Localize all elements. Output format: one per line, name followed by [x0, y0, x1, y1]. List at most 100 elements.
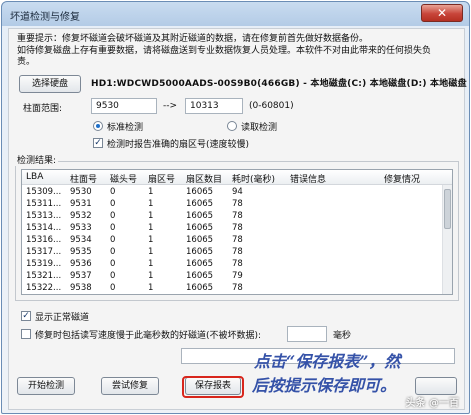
- table-cell: 16065: [186, 211, 214, 221]
- table-cell: 9535: [70, 247, 92, 257]
- table-cell: 15311...: [26, 199, 62, 209]
- table-cell: 15319...: [26, 259, 62, 269]
- table-row[interactable]: 15319... 9536 0 1 16065 78: [22, 259, 452, 271]
- window-title: 坏道检测与修复: [10, 12, 80, 23]
- table-cell: 15314...: [26, 223, 62, 233]
- table-row[interactable]: 15322... 9538 0 1 16065 78: [22, 283, 452, 294]
- table-cell: 16065: [186, 187, 214, 197]
- col-cylinder[interactable]: 柱面号: [70, 172, 97, 185]
- table-cell: 16065: [186, 271, 214, 281]
- report-sector-checkbox[interactable]: ✓: [93, 138, 103, 148]
- table-row[interactable]: 15314... 9533 0 1 16065 78: [22, 223, 452, 235]
- col-sector[interactable]: 扇区号: [148, 172, 175, 185]
- select-disk-button[interactable]: 选择硬盘: [19, 75, 81, 93]
- table-cell: 0: [110, 283, 116, 293]
- table-cell: 78: [232, 235, 243, 245]
- save-report-highlight: [182, 376, 244, 398]
- table-cell: 1: [148, 235, 154, 245]
- repair-slow-checkbox[interactable]: [21, 329, 31, 339]
- table-cell: 15322...: [26, 283, 62, 293]
- table-cell: 1: [148, 211, 154, 221]
- notice-line-1: 重要提示：修复坏磁道会破坏磁道及其附近磁道的数据，请在修复前首先做好数据备份。: [17, 34, 369, 44]
- report-sector-label: 检测时报告准确的扇区号(速度较慢): [107, 140, 250, 150]
- disk-info-label: HD1:WDCWD5000AADS-00S9B0(466GB) - 本地磁盘(C…: [91, 79, 467, 89]
- table-cell: 9537: [70, 271, 92, 281]
- table-cell: 78: [232, 223, 243, 233]
- table-cell: 1: [148, 223, 154, 233]
- table-cell: 78: [232, 211, 243, 221]
- table-cell: 9538: [70, 283, 92, 293]
- table-cell: 9533: [70, 223, 92, 233]
- table-cell: 15313...: [26, 211, 62, 221]
- table-cell: 16065: [186, 235, 214, 245]
- table-cell: 0: [110, 235, 116, 245]
- table-row[interactable]: 15317... 9535 0 1 16065 78: [22, 247, 452, 259]
- table-row[interactable]: 15309... 9530 0 1 16065 94: [22, 187, 452, 199]
- table-cell: 15317...: [26, 247, 62, 257]
- table-cell: 79: [232, 271, 243, 281]
- table-row[interactable]: 15313... 9532 0 1 16065 78: [22, 211, 452, 223]
- start-cylinder-input[interactable]: 9530: [91, 98, 157, 114]
- results-table[interactable]: LBA 柱面号 磁头号 扇区号 扇区数目 耗时(毫秒) 错误信息 修复情况 15…: [21, 169, 453, 295]
- table-cell: 0: [110, 247, 116, 257]
- close-dialog-button[interactable]: [415, 377, 457, 395]
- table-cell: 78: [232, 199, 243, 209]
- table-row[interactable]: 15316... 9534 0 1 16065 78: [22, 235, 452, 247]
- table-cell: 15309...: [26, 187, 62, 197]
- range-hint: (0-60801): [249, 101, 294, 111]
- annotation-line-2: 后按提示保存即可。: [252, 376, 397, 395]
- col-time[interactable]: 耗时(毫秒): [232, 172, 275, 185]
- table-cell: 1: [148, 187, 154, 197]
- start-check-button[interactable]: 开始检测: [17, 377, 75, 395]
- table-cell: 0: [110, 271, 116, 281]
- close-button[interactable]: ✕: [421, 4, 463, 22]
- col-lba[interactable]: LBA: [26, 172, 43, 182]
- end-cylinder-input[interactable]: 10313: [185, 98, 243, 114]
- table-cell: 9531: [70, 199, 92, 209]
- read-check-label: 读取检测: [241, 123, 278, 133]
- table-row[interactable]: 15311... 9531 0 1 16065 78: [22, 199, 452, 211]
- table-cell: 0: [110, 259, 116, 269]
- ms-unit-label: 毫秒: [333, 331, 352, 341]
- annotation-line-1: 点击“保存报表”，然: [254, 352, 401, 371]
- watermark: 头条 @一百: [405, 398, 459, 409]
- table-cell: 78: [232, 259, 243, 269]
- show-normal-label: 显示正常磁道: [35, 313, 90, 323]
- col-head[interactable]: 磁头号: [110, 172, 137, 185]
- col-sector-count[interactable]: 扇区数目: [186, 172, 222, 185]
- show-normal-checkbox[interactable]: ✓: [21, 311, 31, 321]
- scrollbar-thumb[interactable]: [444, 189, 451, 229]
- try-repair-button[interactable]: 尝试修复: [101, 377, 159, 395]
- table-cell: 16065: [186, 247, 214, 257]
- range-label: 柱面范围:: [23, 104, 63, 114]
- table-header: LBA 柱面号 磁头号 扇区号 扇区数目 耗时(毫秒) 错误信息 修复情况: [22, 170, 452, 185]
- range-arrow: -->: [163, 101, 178, 111]
- table-cell: 16065: [186, 259, 214, 269]
- notice-line-3: 责。: [17, 57, 36, 67]
- results-group-title: 检测结果:: [15, 153, 59, 166]
- table-cell: 15321...: [26, 271, 62, 281]
- table-scrollbar[interactable]: [442, 185, 452, 294]
- repair-slow-label: 修复时包括读写速度慢于此毫秒数的好磁道(不被坏数据):: [35, 331, 262, 341]
- standard-check-label: 标准检测: [107, 123, 144, 133]
- table-cell: 16065: [186, 283, 214, 293]
- table-cell: 1: [148, 283, 154, 293]
- table-cell: 9530: [70, 187, 92, 197]
- slow-ms-input[interactable]: [287, 326, 327, 342]
- standard-check-radio[interactable]: [93, 121, 103, 131]
- table-row[interactable]: 15321... 9537 0 1 16065 79: [22, 271, 452, 283]
- table-cell: 0: [110, 199, 116, 209]
- col-error[interactable]: 错误信息: [290, 172, 326, 185]
- bad-sector-window: 坏道检测与修复 ✕ 重要提示：修复坏磁道会破坏磁道及其附近磁道的数据，请在修复前…: [1, 1, 470, 414]
- table-cell: 16065: [186, 199, 214, 209]
- warning-notice: 重要提示：修复坏磁道会破坏磁道及其附近磁道的数据，请在修复前首先做好数据备份。 …: [17, 34, 457, 69]
- notice-line-2: 如待修复磁盘上存有重要数据，请将磁盘送到专业数据恢复人员处理。本软件不对由此带来…: [17, 45, 432, 56]
- col-repair[interactable]: 修复情况: [384, 172, 420, 185]
- table-cell: 78: [232, 247, 243, 257]
- table-cell: 0: [110, 187, 116, 197]
- title-bar: 坏道检测与修复 ✕: [2, 2, 469, 26]
- read-check-radio[interactable]: [227, 121, 237, 131]
- table-cell: 78: [232, 283, 243, 293]
- table-cell: 16065: [186, 223, 214, 233]
- table-cell: 0: [110, 211, 116, 221]
